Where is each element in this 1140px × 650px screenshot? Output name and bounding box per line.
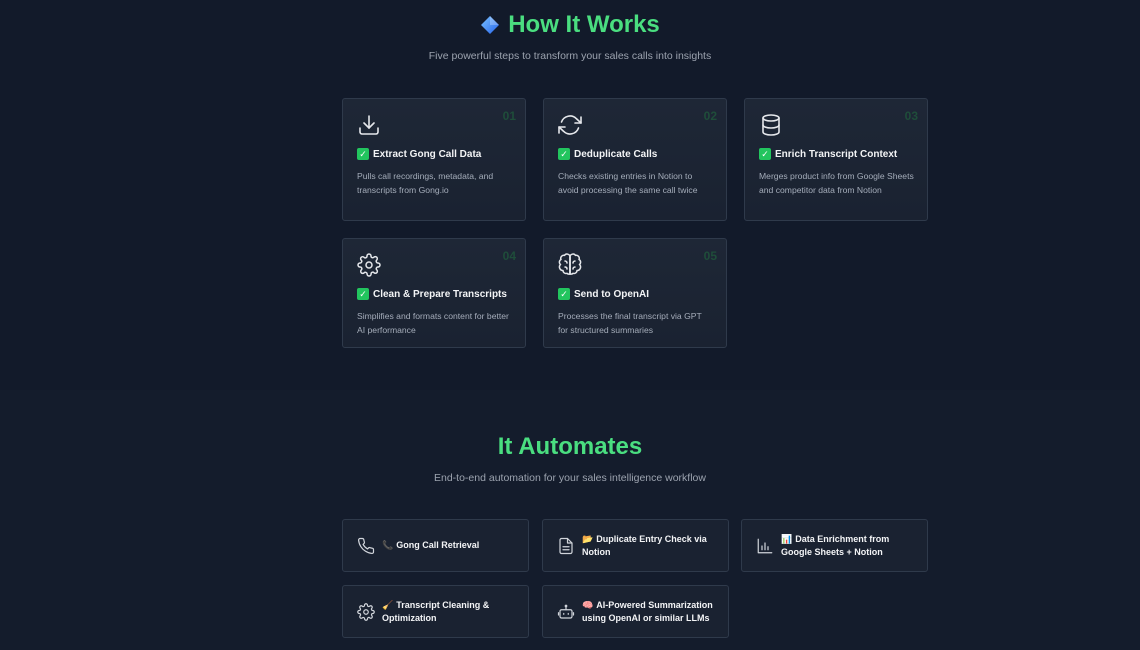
how-it-works-heading: How It Works (0, 11, 1140, 39)
step-card-5: 05 ✓ Send to OpenAI Processes the final t… (543, 238, 727, 348)
brain-icon (558, 253, 582, 277)
gear-icon (357, 253, 381, 277)
gear-icon (357, 602, 375, 621)
step-card-4: 04 ✓ Clean & Prepare Transcripts Simplifi… (342, 238, 526, 348)
check-icon: ✓ (357, 288, 369, 300)
automation-item-label: 📂 Duplicate Entry Check via Notion (582, 534, 707, 557)
document-icon (557, 537, 575, 555)
how-it-works-title: How It Works (508, 11, 660, 38)
bar-chart-icon (756, 537, 774, 555)
automation-item-data-enrichment: 📊 Data Enrichment from Google Sheets + No… (741, 519, 928, 572)
step-description: Processes the final transcript via GPT f… (558, 311, 702, 335)
step-description: Simplifies and formats content for bette… (357, 311, 509, 335)
download-icon (357, 113, 381, 137)
step-number: 04 (502, 249, 516, 263)
automation-item-transcript-cleaning: 🧹 Transcript Cleaning & Optimization (342, 585, 529, 638)
automation-item-label: 📞 Gong Call Retrieval (382, 540, 480, 551)
automation-item-ai-summarization: 🧠 AI-Powered Summarization using OpenAI o… (542, 585, 729, 638)
check-icon: ✓ (759, 148, 771, 160)
automation-item-gong-retrieval: 📞 Gong Call Retrieval (342, 519, 529, 572)
check-icon: ✓ (558, 148, 570, 160)
step-card-1: 01 ✓ Extract Gong Call Data Pulls call re… (342, 98, 526, 221)
step-card-2: 02 ✓ Deduplicate Calls Checks existing en… (543, 98, 727, 221)
it-automates-heading: It Automates (0, 433, 1140, 461)
step-number: 01 (502, 109, 516, 123)
step-number: 05 (703, 249, 717, 263)
how-it-works-subtitle: Five powerful steps to transform your sa… (428, 50, 712, 62)
step-title: ✓ Enrich Transcript Context (759, 148, 919, 160)
automation-item-duplicate-check: 📂 Duplicate Entry Check via Notion (542, 519, 729, 572)
it-automates-title: It Automates (497, 433, 643, 460)
it-automates-subtitle: End-to-end automation for your sales int… (434, 472, 706, 484)
step-title: ✓ Send to OpenAI (558, 288, 718, 300)
database-icon (759, 113, 783, 137)
step-description: Pulls call recordings, metadata, and tra… (357, 171, 494, 195)
step-description: Checks existing entries in Notion to avo… (558, 171, 698, 195)
step-title: ✓ Extract Gong Call Data (357, 148, 517, 160)
check-icon: ✓ (357, 148, 369, 160)
automation-item-label: 🧹 Transcript Cleaning & Optimization (382, 600, 490, 623)
blue-diamond-icon (480, 15, 500, 35)
step-number: 02 (703, 109, 717, 123)
robot-icon (557, 603, 575, 621)
step-title: ✓ Deduplicate Calls (558, 148, 718, 160)
step-description: Merges product info from Google Sheets a… (759, 171, 914, 195)
step-number: 03 (904, 109, 918, 123)
step-title: ✓ Clean & Prepare Transcripts (357, 288, 517, 300)
check-icon: ✓ (558, 288, 570, 300)
phone-icon (357, 537, 375, 555)
step-card-3: 03 ✓ Enrich Transcript Context Merges pro… (744, 98, 928, 221)
refresh-icon (558, 113, 582, 137)
automation-item-label: 📊 Data Enrichment from Google Sheets + No… (781, 534, 890, 557)
automation-item-label: 🧠 AI-Powered Summarization using OpenAI o… (582, 600, 713, 623)
